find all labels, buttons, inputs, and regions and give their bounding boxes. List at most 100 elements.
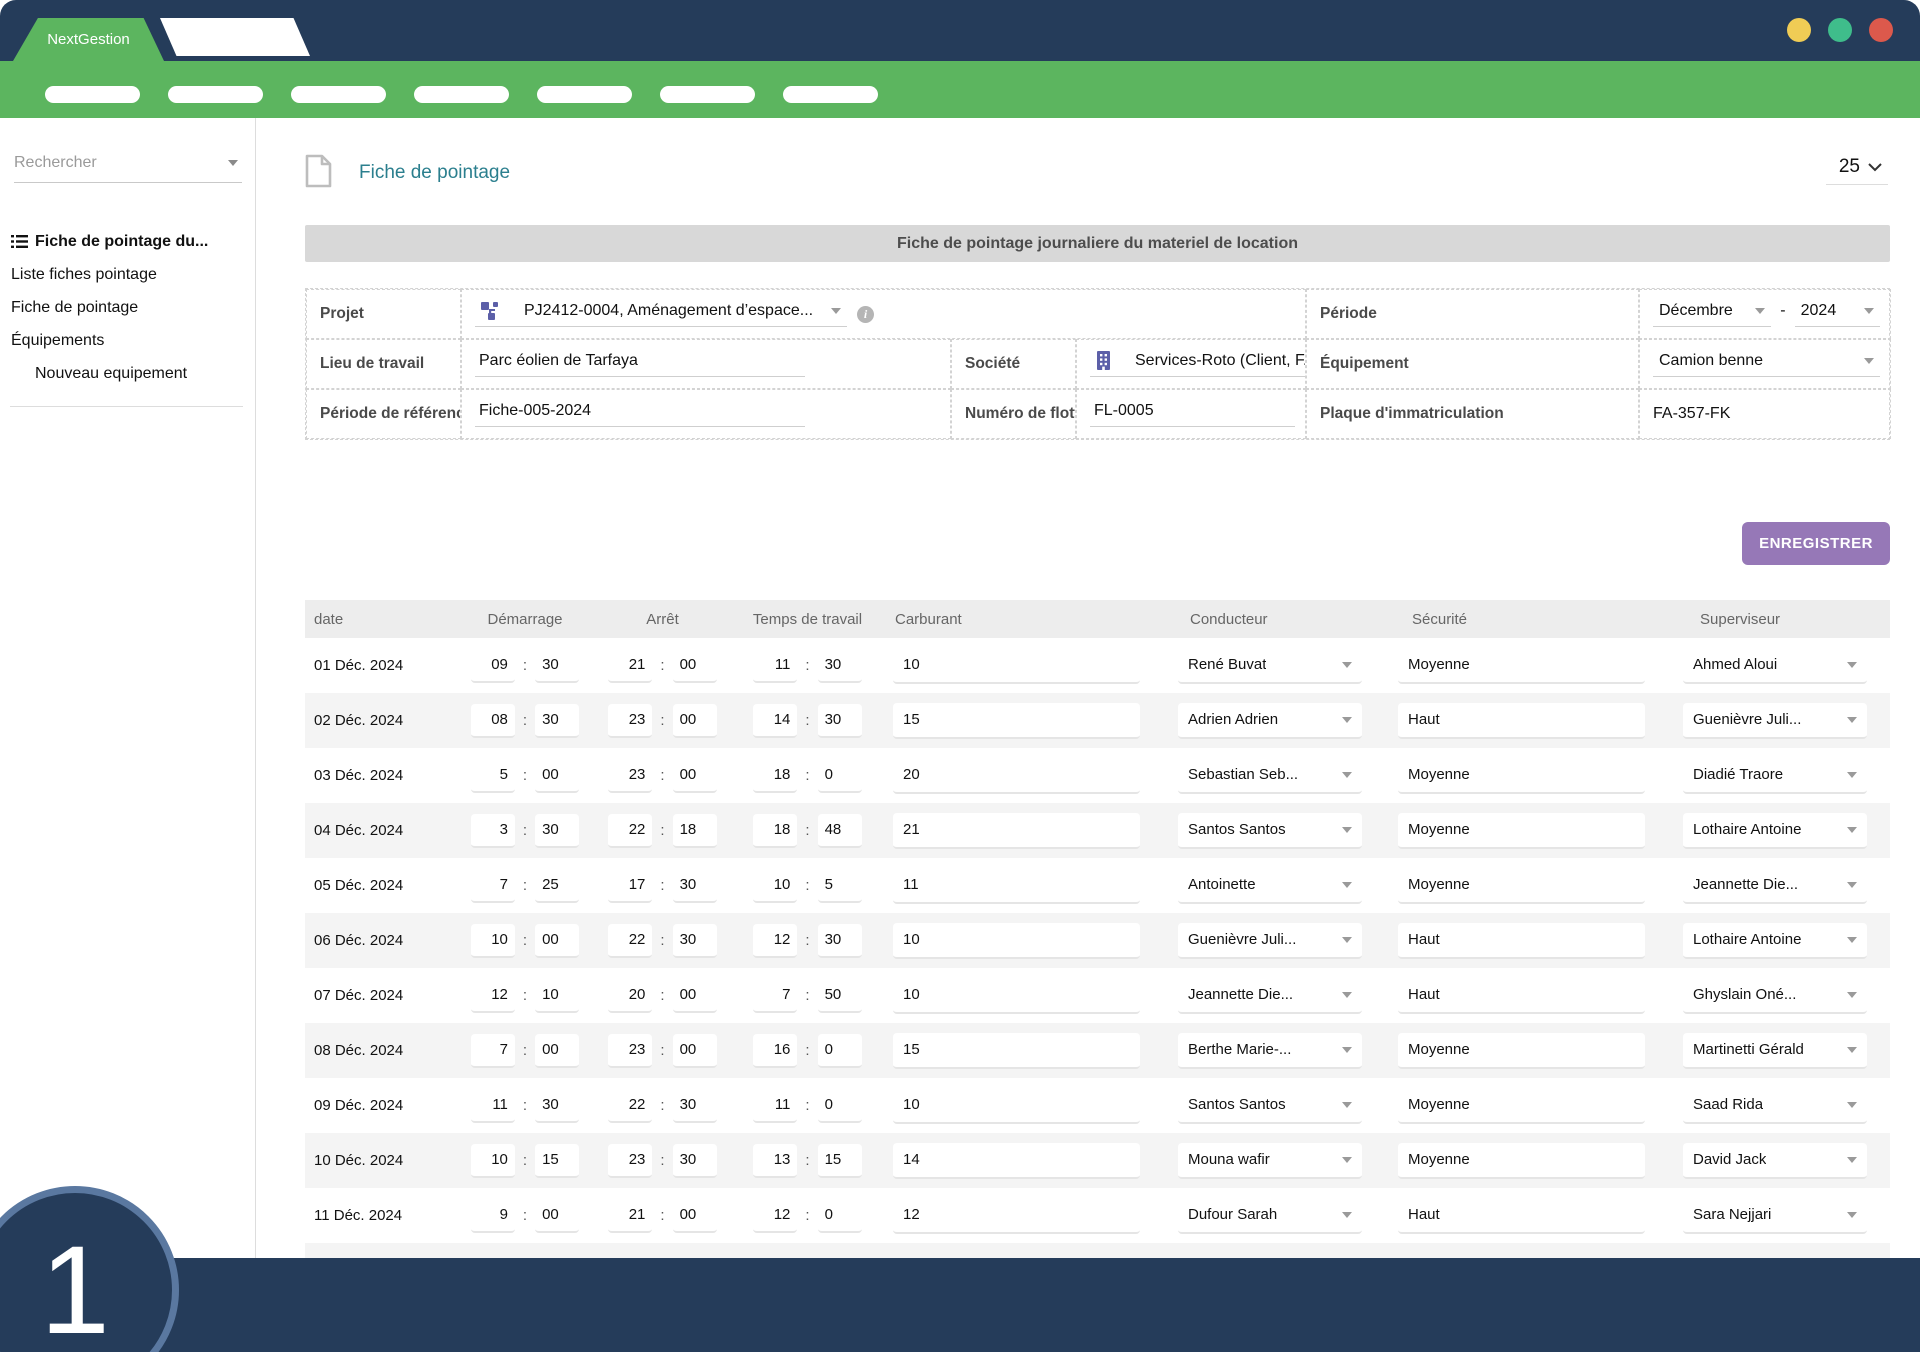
safety-input[interactable] xyxy=(1398,978,1645,1014)
flotte-input[interactable]: FL-0005 xyxy=(1090,402,1295,427)
lieu-input[interactable]: Parc éolien de Tarfaya xyxy=(475,352,805,377)
stop-hour-input[interactable] xyxy=(608,704,652,738)
supervisor-select[interactable]: Guenièvre Juli... xyxy=(1683,703,1867,739)
start-minute-input[interactable] xyxy=(535,1144,579,1178)
fuel-input[interactable] xyxy=(893,703,1140,739)
periode-ref-input[interactable]: Fiche-005-2024 xyxy=(475,402,805,427)
start-hour-input[interactable] xyxy=(471,814,515,848)
stop-hour-input[interactable] xyxy=(608,1199,652,1233)
equipement-select[interactable]: Camion benne xyxy=(1653,352,1880,377)
start-hour-input[interactable] xyxy=(471,1199,515,1233)
brand-tab[interactable]: NextGestion xyxy=(13,18,164,61)
periode-year-select[interactable]: 2024 xyxy=(1795,302,1880,327)
work-minute-input[interactable] xyxy=(818,814,862,848)
window-maximize-dot[interactable] xyxy=(1828,18,1852,42)
search-select[interactable]: Rechercher xyxy=(14,148,242,183)
supervisor-select[interactable]: Lothaire Antoine xyxy=(1683,923,1867,959)
start-minute-input[interactable] xyxy=(535,924,579,958)
sidebar-item-equipements[interactable]: Équipements xyxy=(11,324,255,357)
fuel-input[interactable] xyxy=(893,813,1140,849)
start-hour-input[interactable] xyxy=(471,924,515,958)
start-hour-input[interactable] xyxy=(471,649,515,683)
work-hour-input[interactable] xyxy=(753,814,797,848)
driver-select[interactable]: Adrien Adrien xyxy=(1178,703,1362,739)
fuel-input[interactable] xyxy=(893,1088,1140,1124)
fuel-input[interactable] xyxy=(893,923,1140,959)
start-hour-input[interactable] xyxy=(471,979,515,1013)
supervisor-select[interactable]: Diadié Traore xyxy=(1683,758,1867,794)
start-minute-input[interactable] xyxy=(535,1199,579,1233)
fuel-input[interactable] xyxy=(893,758,1140,794)
work-hour-input[interactable] xyxy=(753,1034,797,1068)
periode-month-select[interactable]: Décembre xyxy=(1653,302,1771,327)
supervisor-select[interactable]: David Jack xyxy=(1683,1143,1867,1179)
save-button[interactable]: ENREGISTRER xyxy=(1742,522,1890,565)
fuel-input[interactable] xyxy=(893,978,1140,1014)
safety-input[interactable] xyxy=(1398,1143,1645,1179)
stop-hour-input[interactable] xyxy=(608,814,652,848)
driver-select[interactable]: Sebastian Seb... xyxy=(1178,758,1362,794)
fuel-input[interactable] xyxy=(893,1033,1140,1069)
work-minute-input[interactable] xyxy=(818,1144,862,1178)
start-minute-input[interactable] xyxy=(535,704,579,738)
start-hour-input[interactable] xyxy=(471,1144,515,1178)
fuel-input[interactable] xyxy=(893,868,1140,904)
nav-pill[interactable] xyxy=(537,86,632,103)
sidebar-item-liste-fiches[interactable]: Liste fiches pointage xyxy=(11,258,255,291)
work-minute-input[interactable] xyxy=(818,704,862,738)
supervisor-select[interactable]: Lothaire Antoine xyxy=(1683,813,1867,849)
work-minute-input[interactable] xyxy=(818,759,862,793)
start-minute-input[interactable] xyxy=(535,759,579,793)
work-minute-input[interactable] xyxy=(818,649,862,683)
driver-select[interactable]: Guenièvre Juli... xyxy=(1178,923,1362,959)
work-hour-input[interactable] xyxy=(753,1144,797,1178)
supervisor-select[interactable]: Ghyslain Oné... xyxy=(1683,978,1867,1014)
start-minute-input[interactable] xyxy=(535,649,579,683)
safety-input[interactable] xyxy=(1398,648,1645,684)
start-hour-input[interactable] xyxy=(471,1089,515,1123)
fuel-input[interactable] xyxy=(893,648,1140,684)
nav-pill[interactable] xyxy=(783,86,878,103)
safety-input[interactable] xyxy=(1398,923,1645,959)
safety-input[interactable] xyxy=(1398,1033,1645,1069)
nav-pill[interactable] xyxy=(45,86,140,103)
info-icon[interactable]: i xyxy=(857,306,874,323)
stop-minute-input[interactable] xyxy=(673,814,717,848)
safety-input[interactable] xyxy=(1398,813,1645,849)
work-hour-input[interactable] xyxy=(753,979,797,1013)
work-minute-input[interactable] xyxy=(818,869,862,903)
start-minute-input[interactable] xyxy=(535,814,579,848)
start-hour-input[interactable] xyxy=(471,759,515,793)
work-minute-input[interactable] xyxy=(818,1089,862,1123)
sidebar-item-fiche-pointage-du[interactable]: Fiche de pointage du... xyxy=(11,225,255,258)
work-minute-input[interactable] xyxy=(818,979,862,1013)
stop-minute-input[interactable] xyxy=(673,979,717,1013)
start-hour-input[interactable] xyxy=(471,1034,515,1068)
supervisor-select[interactable]: Jeannette Die... xyxy=(1683,868,1867,904)
safety-input[interactable] xyxy=(1398,1088,1645,1124)
stop-hour-input[interactable] xyxy=(608,1144,652,1178)
sidebar-item-fiche-de-pointage[interactable]: Fiche de pointage xyxy=(11,291,255,324)
work-minute-input[interactable] xyxy=(818,1034,862,1068)
work-hour-input[interactable] xyxy=(753,704,797,738)
stop-hour-input[interactable] xyxy=(608,979,652,1013)
page-size-select[interactable]: 25 xyxy=(1821,156,1888,185)
projet-select[interactable]: PJ2412-0004, Aménagement d’espace... xyxy=(475,302,847,327)
work-hour-input[interactable] xyxy=(753,1089,797,1123)
nav-pill[interactable] xyxy=(168,86,263,103)
work-hour-input[interactable] xyxy=(753,759,797,793)
stop-hour-input[interactable] xyxy=(608,759,652,793)
window-close-dot[interactable] xyxy=(1869,18,1893,42)
driver-select[interactable]: René Buvat xyxy=(1178,648,1362,684)
stop-minute-input[interactable] xyxy=(673,1199,717,1233)
safety-input[interactable] xyxy=(1398,703,1645,739)
stop-minute-input[interactable] xyxy=(673,924,717,958)
stop-hour-input[interactable] xyxy=(608,1089,652,1123)
stop-hour-input[interactable] xyxy=(608,649,652,683)
work-hour-input[interactable] xyxy=(753,869,797,903)
fuel-input[interactable] xyxy=(893,1143,1140,1179)
stop-hour-input[interactable] xyxy=(608,869,652,903)
driver-select[interactable]: Antoinette xyxy=(1178,868,1362,904)
societe-select[interactable]: Services-Roto (Client, F... xyxy=(1090,351,1306,377)
stop-hour-input[interactable] xyxy=(608,924,652,958)
